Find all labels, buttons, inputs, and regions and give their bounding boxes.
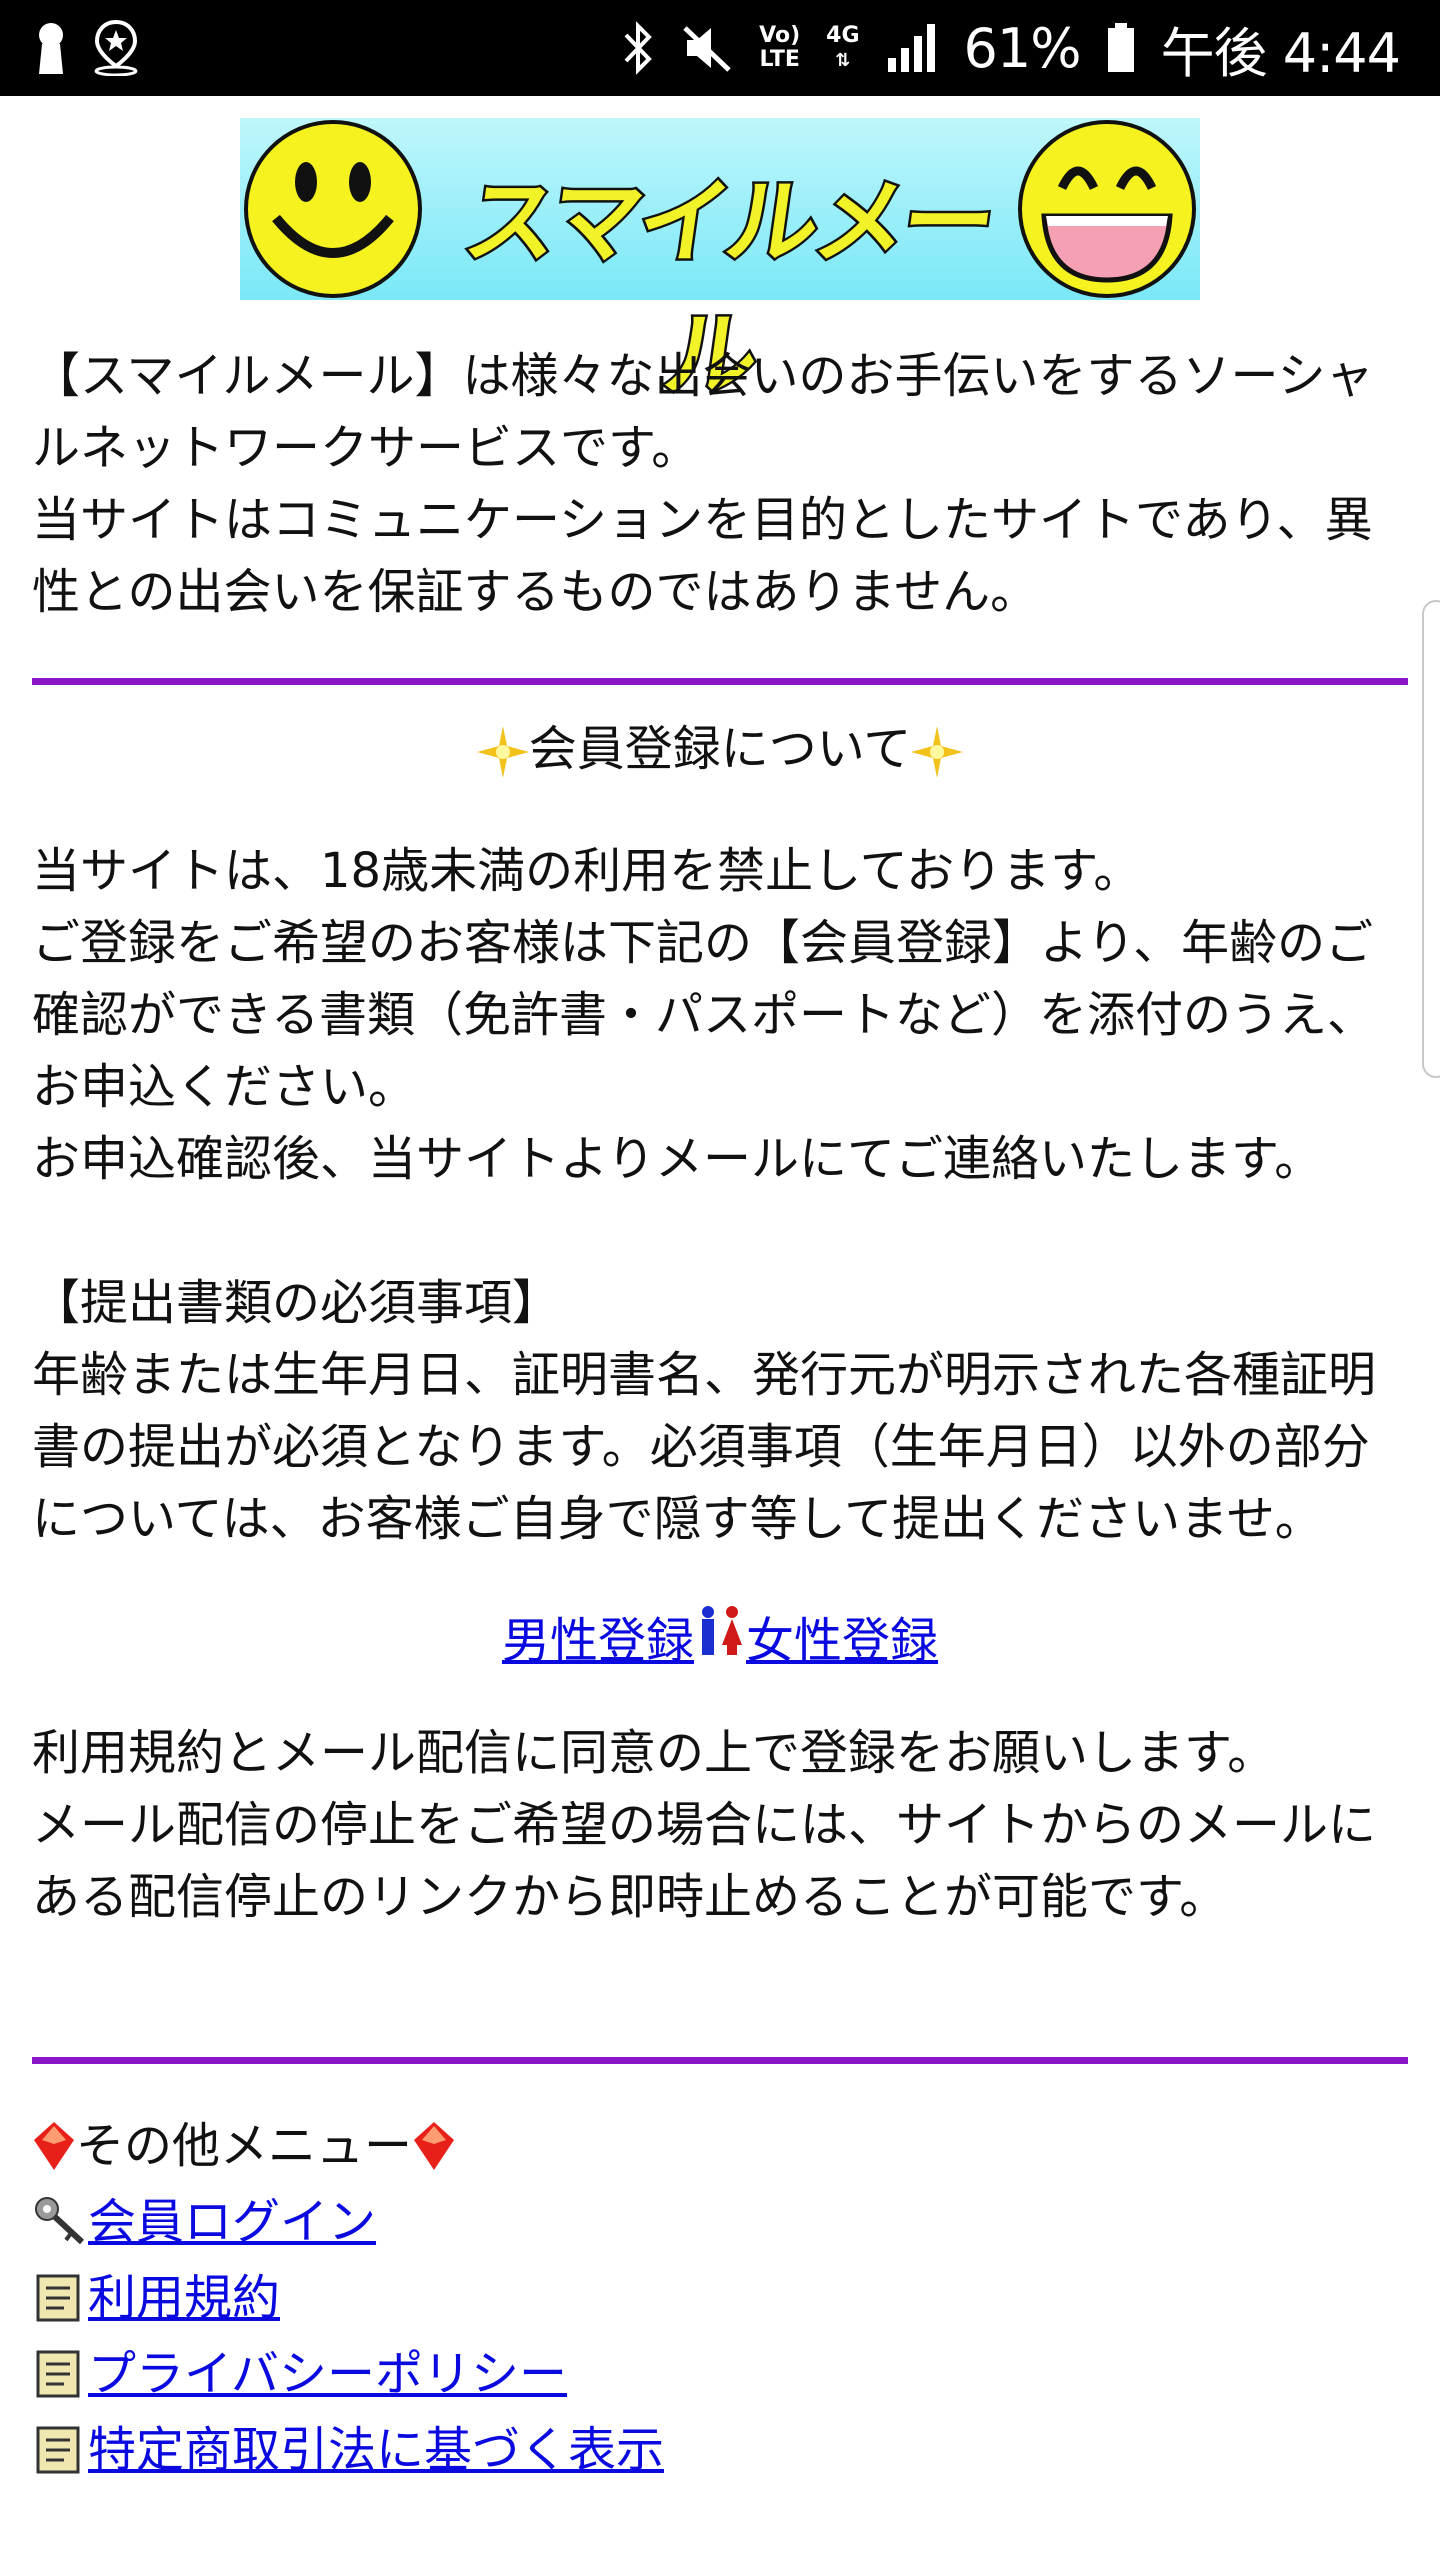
clock: 午後 4:44 xyxy=(1160,21,1401,85)
main-content: 【スマイルメール】は様々な出会いのお手伝いをするソーシャルネットワークサービスで… xyxy=(32,340,1408,2488)
status-bar: Vo) LTE 4G ⇅ 61% 午後 4:44 xyxy=(0,0,1440,96)
red-gem-icon xyxy=(414,2122,455,2170)
confirmation-text: お申込確認後、当サイトよりメールにてご連絡いたします。 xyxy=(32,1131,1323,1187)
section-divider xyxy=(32,2057,1408,2064)
female-registration-link[interactable]: 女性登録 xyxy=(746,1613,938,1669)
network-type: 4G ⇅ xyxy=(826,22,860,71)
menu-item-member-login[interactable]: 会員ログイン xyxy=(32,2184,1408,2260)
location-star-icon xyxy=(94,20,138,76)
battery-percent: 61% xyxy=(963,16,1082,80)
red-gem-icon xyxy=(34,2122,74,2170)
volte-indicator: Vo) LTE xyxy=(759,23,801,72)
male-female-icon xyxy=(702,1606,742,1655)
menu-item-commerce-act[interactable]: 特定商取引法に基づく表示 xyxy=(32,2412,1408,2488)
required-items-text: 年齢または生年月日、証明書名、発行元が明示された各種証明書の提出が必須となります… xyxy=(32,1347,1377,1547)
intro-text-1: 【スマイルメール】は様々な出会いのお手伝いをするソーシャルネットワークサービスで… xyxy=(32,348,1374,476)
scroll-handle[interactable] xyxy=(1422,600,1440,1078)
intro-text-2: 当サイトはコミュニケーションを目的としたサイトであり、異性との出会いを保証するも… xyxy=(32,492,1373,620)
terms-link[interactable]: 利用規約 xyxy=(88,2260,280,2336)
mute-icon xyxy=(683,26,731,72)
battery-icon xyxy=(1107,23,1134,72)
menu-item-privacy[interactable]: プライバシーポリシー xyxy=(32,2336,1408,2412)
registration-instructions: ご登録をご希望のお客様は下記の【会員登録】より、年齢のご確認ができる書類（免許書… xyxy=(32,915,1376,1115)
other-menu-heading: その他メニュー xyxy=(32,2108,1408,2184)
laughing-face-icon xyxy=(1018,120,1196,298)
bluetooth-icon xyxy=(624,21,652,75)
registration-links: 男性登録 女性登録 xyxy=(32,1605,1408,1677)
section-divider xyxy=(32,678,1408,685)
male-registration-link[interactable]: 男性登録 xyxy=(502,1613,694,1669)
scroll-icon xyxy=(32,2270,88,2326)
required-items-heading: 【提出書類の必須事項】 xyxy=(32,1275,561,1331)
sparkle-icon xyxy=(911,726,964,778)
age-restriction-text: 当サイトは、18歳未満の利用を禁止しております。 xyxy=(32,843,1142,899)
privacy-policy-link[interactable]: プライバシーポリシー xyxy=(88,2336,567,2412)
agreement-text: 利用規約とメール配信に同意の上で登録をお願いします。 xyxy=(32,1725,1276,1781)
commerce-act-link[interactable]: 特定商取引法に基づく表示 xyxy=(88,2412,664,2488)
unsubscribe-text: メール配信の停止をご希望の場合には、サイトからのメールにある配信停止のリンクから… xyxy=(32,1797,1377,1925)
menu-item-terms[interactable]: 利用規約 xyxy=(32,2260,1408,2336)
sparkle-icon xyxy=(476,726,529,778)
key-icon xyxy=(32,2194,88,2250)
smiley-face-icon xyxy=(244,120,422,298)
member-login-link[interactable]: 会員ログイン xyxy=(88,2184,376,2260)
site-banner: スマイルメール xyxy=(240,118,1200,412)
keyhole-icon xyxy=(39,23,63,74)
registration-heading: 会員登録について xyxy=(32,713,1408,785)
scroll-icon xyxy=(32,2422,88,2478)
scroll-icon xyxy=(32,2346,88,2402)
signal-icon xyxy=(887,24,935,72)
